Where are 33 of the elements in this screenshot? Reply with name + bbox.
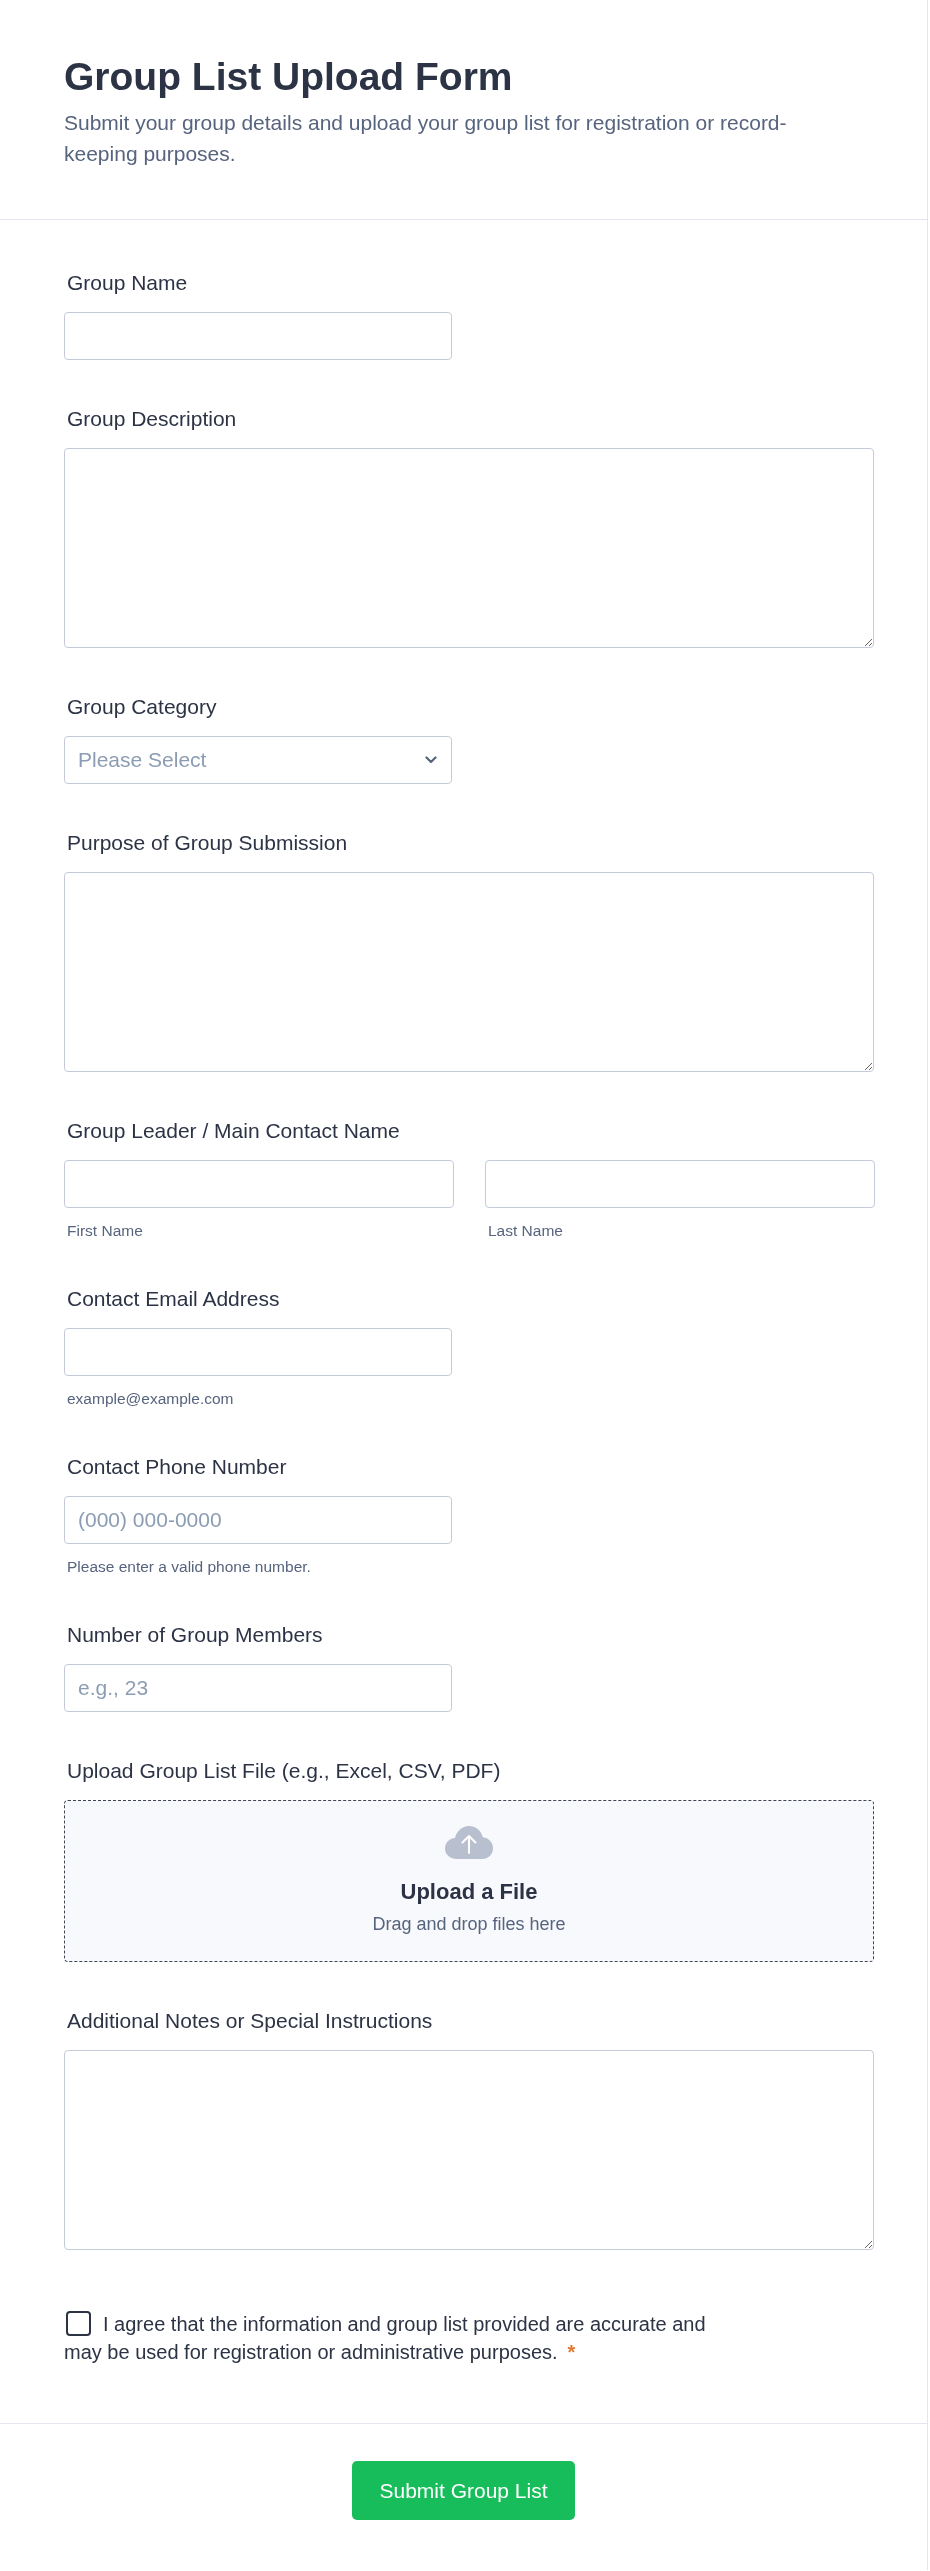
field-sublabel: Please enter a valid phone number. xyxy=(67,1558,311,1576)
input-field[interactable] xyxy=(64,1160,454,1208)
text-area[interactable] xyxy=(64,2050,874,2250)
field-label: Contact Phone Number xyxy=(67,1455,287,1479)
field-label: Additional Notes or Special Instructions xyxy=(67,2009,433,2033)
cloud-upload-icon xyxy=(445,1826,493,1859)
form-title: Group List Upload Form xyxy=(64,54,513,100)
agreement-checkbox[interactable] xyxy=(66,2311,91,2337)
upload-title: Upload a File xyxy=(400,1878,538,1906)
form-description: Submit your group details and upload your group list for registration or record-keeping purposes. xyxy=(64,110,788,167)
chevron-down-icon xyxy=(425,756,437,764)
input-field[interactable] xyxy=(64,312,452,360)
input-field[interactable]: e.g., 23 xyxy=(64,1664,452,1712)
text-area[interactable] xyxy=(64,448,874,648)
field-label: Number of Group Members xyxy=(67,1623,323,1647)
upload-hint: Drag and drop files here xyxy=(372,1913,566,1936)
field-label: Group Name xyxy=(67,271,188,295)
required-asterisk: * xyxy=(567,2341,576,2364)
field-label: Group Category xyxy=(67,695,217,719)
field-label: Contact Email Address xyxy=(67,1287,280,1311)
input-field[interactable]: (000) 000-0000 xyxy=(64,1496,452,1544)
field-label: Purpose of Group Submission xyxy=(67,831,348,855)
upload-dropzone[interactable]: Upload a File Drag and drop files here xyxy=(64,1800,874,1962)
field-label: Group Description xyxy=(67,407,237,431)
input-field[interactable] xyxy=(485,1160,875,1208)
field-label: Upload Group List File (e.g., Excel, CSV, PDF) xyxy=(67,1759,501,1783)
agreement-label[interactable]: I agree that the information and group list provided are accurate and may be used for registration or administrative purposes. * xyxy=(64,2310,736,2367)
field-sublabel: Last Name xyxy=(488,1222,563,1240)
field-sublabel: First Name xyxy=(67,1222,143,1240)
field-sublabel: example@example.com xyxy=(67,1390,234,1408)
field-label: Group Leader / Main Contact Name xyxy=(67,1119,400,1143)
input-field[interactable] xyxy=(64,1328,452,1376)
text-area[interactable] xyxy=(64,872,874,1072)
